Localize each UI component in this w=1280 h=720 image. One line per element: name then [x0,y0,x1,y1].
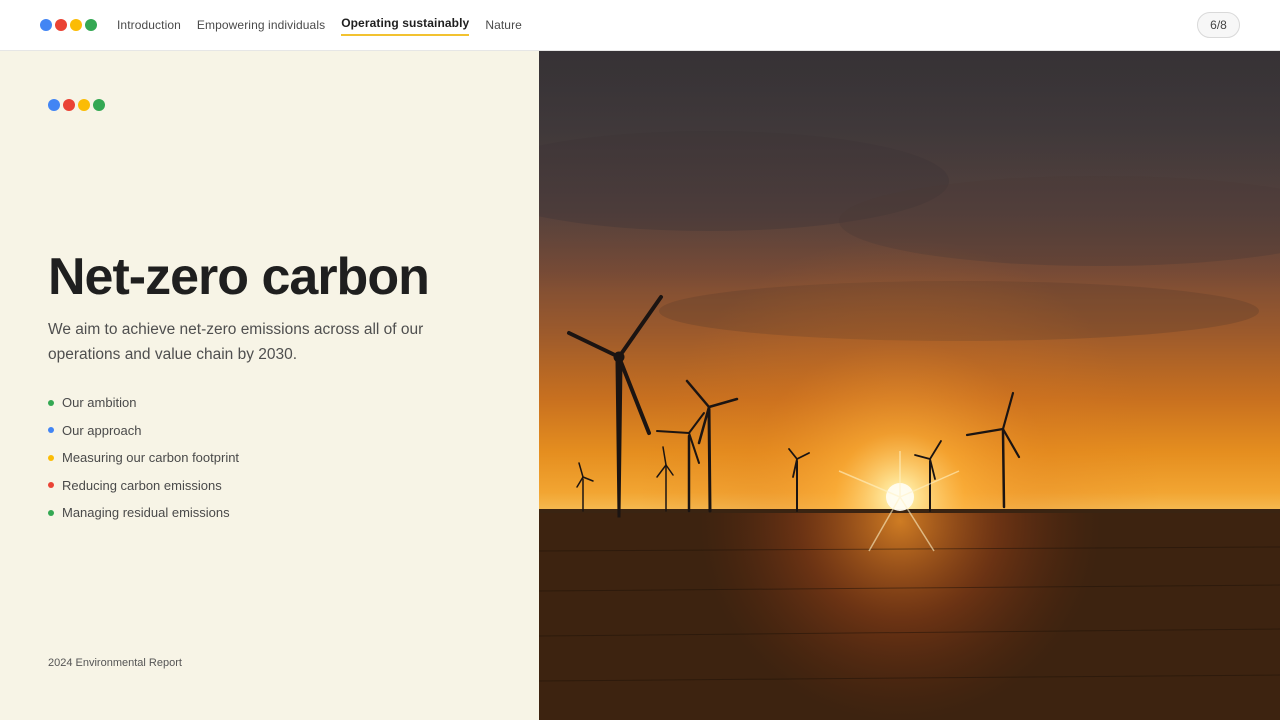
content-panel: Net-zero carbon We aim to achieve net-ze… [0,51,539,720]
report-footer: 2024 Environmental Report [48,657,182,669]
section-link-label: Managing residual emissions [62,505,230,521]
panel-logo-dot-green [93,99,105,111]
panel-logo-dot-red [63,99,75,111]
bullet-dot [48,427,54,434]
section-link-our-ambition[interactable]: Our ambition [48,389,239,417]
top-navigation-bar: Introduction Empowering individuals Oper… [0,0,1280,51]
bullet-dot [48,454,54,461]
section-link-label: Our approach [62,422,142,438]
nav-item-empowering-individuals[interactable]: Empowering individuals [197,0,325,36]
nav-item-nature[interactable]: Nature [485,0,522,36]
section-link-reducing-emissions[interactable]: Reducing carbon emissions [48,472,239,500]
logo-dot-green [85,19,97,31]
page-title: Net-zero carbon [48,248,430,306]
nav-item-operating-sustainably[interactable]: Operating sustainably [341,0,470,36]
hero-image-wind-turbines-sunset [539,51,1280,720]
logo[interactable] [40,19,97,31]
section-link-label: Our ambition [62,395,137,411]
bullet-dot [48,482,54,489]
page-subtitle: We aim to achieve net-zero emissions acr… [48,321,424,363]
logo-dot-red [55,19,67,31]
bullet-dot [48,399,54,406]
panel-logo [48,99,105,111]
page-indicator: 6/8 [1197,12,1240,38]
panel-logo-dot-blue [48,99,60,111]
section-link-measuring-footprint[interactable]: Measuring our carbon footprint [48,444,239,472]
section-link-residual-emissions[interactable]: Managing residual emissions [48,499,239,527]
section-nav: Introduction Empowering individuals Oper… [117,0,522,51]
panel-logo-dot-yellow [78,99,90,111]
nav-item-introduction[interactable]: Introduction [117,0,181,36]
section-link-label: Reducing carbon emissions [62,477,222,493]
section-link-label: Measuring our carbon footprint [62,450,240,466]
logo-dot-yellow [70,19,82,31]
section-links: Our ambition Our approach Measuring our … [48,389,239,527]
logo-dot-blue [40,19,52,31]
section-link-our-approach[interactable]: Our approach [48,417,239,445]
bullet-dot [48,509,54,516]
hero-image-drawing [539,51,1280,720]
